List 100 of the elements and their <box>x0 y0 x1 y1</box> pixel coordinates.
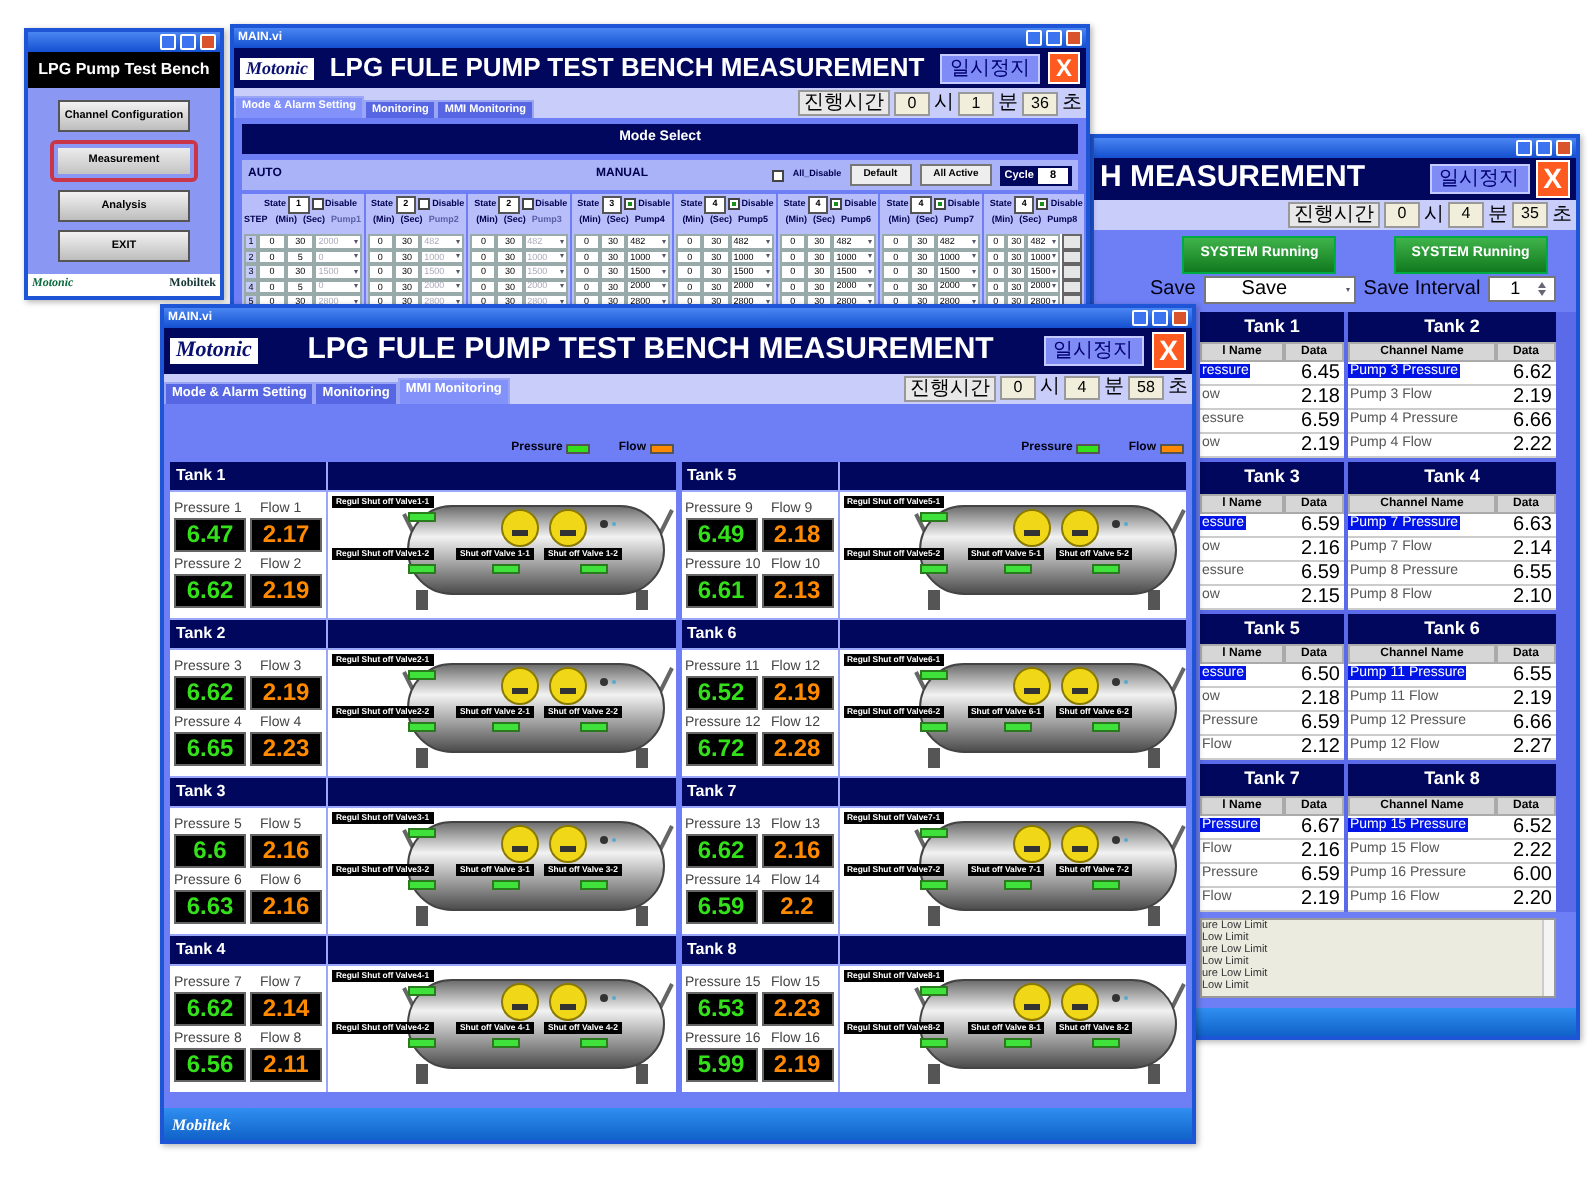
flow-readout: 2.19 <box>250 675 322 710</box>
checkbox[interactable] <box>1036 198 1049 211</box>
time-unit: 시 <box>1040 378 1060 399</box>
time-unit: 분 <box>1104 378 1124 399</box>
tank-title: Tank 7 <box>1200 764 1344 795</box>
time-field: 1 <box>958 91 994 117</box>
maximize-button[interactable] <box>1152 310 1168 326</box>
tank-title: Tank 3 <box>170 777 326 806</box>
time-unit: 초 <box>1552 205 1572 225</box>
checkbox[interactable] <box>311 198 324 211</box>
pressure-readout: 6.52 <box>685 675 757 710</box>
pressure-readout: 6.63 <box>174 889 246 924</box>
time-field: 36 <box>1022 91 1058 117</box>
time-unit: 분 <box>1488 205 1508 225</box>
data-value: 6.59 <box>1299 861 1342 889</box>
checkbox[interactable] <box>727 198 740 211</box>
time-unit: 시 <box>1424 205 1444 225</box>
minimize-button[interactable] <box>1026 30 1042 46</box>
time-unit: 분 <box>998 93 1018 114</box>
data-value: 2.22 <box>1511 837 1554 865</box>
pressure-readout: 6.65 <box>174 731 246 766</box>
close-button[interactable] <box>1172 310 1188 326</box>
flow-readout: 2.28 <box>761 731 833 766</box>
flow-readout: 2.16 <box>761 833 833 868</box>
tank-title: Tank 3 <box>1200 462 1344 493</box>
maximize-button[interactable] <box>1046 30 1062 46</box>
flow-readout: 2.19 <box>761 675 833 710</box>
data-value: 6.00 <box>1511 861 1554 889</box>
logo: Motonic <box>170 337 258 364</box>
checkbox[interactable] <box>521 198 534 211</box>
minimize-button[interactable] <box>1516 140 1532 156</box>
data-value: 6.50 <box>1299 662 1342 690</box>
pressure-readout: 6.53 <box>685 991 757 1026</box>
data-value: 2.14 <box>1511 535 1554 563</box>
tank-title: Tank 8 <box>1348 764 1556 795</box>
tank-title: Tank 2 <box>1348 311 1556 342</box>
flow-readout: 2.19 <box>250 573 322 608</box>
tank-title: Tank 1 <box>1200 311 1344 342</box>
data-value: 2.16 <box>1299 837 1342 865</box>
pause-button[interactable]: 일시정지 <box>1429 164 1530 194</box>
data-value: 6.66 <box>1511 408 1554 436</box>
row-button[interactable] <box>1062 264 1083 280</box>
flow-readout: 2.13 <box>761 573 833 608</box>
data-value: 6.66 <box>1511 710 1554 738</box>
data-value: 2.19 <box>1511 686 1554 714</box>
data-value: 2.10 <box>1511 583 1554 611</box>
tank-title: Tank 4 <box>1348 462 1556 493</box>
tank-title: Tank 5 <box>1200 613 1344 644</box>
checkbox[interactable] <box>933 198 946 211</box>
checkbox[interactable] <box>772 169 785 182</box>
row-button[interactable] <box>1062 234 1083 250</box>
elapsed-time-label: 진행시간 <box>1288 202 1380 228</box>
maximize-button[interactable] <box>180 34 196 50</box>
time-unit: 시 <box>934 93 954 114</box>
time-unit: 초 <box>1062 93 1082 114</box>
data-value: 2.22 <box>1511 432 1554 460</box>
pause-button[interactable]: 일시정지 <box>939 53 1040 84</box>
data-value: 6.67 <box>1299 813 1342 841</box>
logo: Mobiltek <box>172 1116 231 1134</box>
time-field: 35 <box>1512 202 1548 228</box>
flow-readout: 2.23 <box>761 991 833 1026</box>
pressure-readout: 6.59 <box>685 889 757 924</box>
close-button[interactable] <box>1556 140 1572 156</box>
time-field: 4 <box>1064 376 1100 401</box>
pressure-readout: 6.61 <box>685 573 757 608</box>
tank-title: Tank 1 <box>170 461 326 490</box>
flow-readout: 2.19 <box>761 1047 833 1082</box>
data-value: 2.19 <box>1299 885 1342 913</box>
data-value: 6.59 <box>1299 511 1342 539</box>
flow-readout: 2.23 <box>250 731 322 766</box>
window-heading: LPG FULE PUMP TEST BENCH MEASUREMENT <box>305 334 996 368</box>
scrollbar[interactable] <box>1542 919 1554 995</box>
row-button[interactable] <box>1062 293 1083 304</box>
save-interval-label: Save Interval <box>1363 278 1481 300</box>
pressure-readout: 6.62 <box>174 573 246 608</box>
tank-title: Tank 2 <box>170 619 326 648</box>
data-value: 2.12 <box>1299 734 1342 762</box>
tank-title: Tank 5 <box>681 461 837 490</box>
window-heading: H MEASUREMENT <box>1100 162 1368 196</box>
maximize-button[interactable] <box>1536 140 1552 156</box>
minimize-button[interactable] <box>160 34 176 50</box>
checkbox[interactable] <box>418 198 431 211</box>
pressure-readout: 6.6 <box>174 833 246 868</box>
close-button[interactable] <box>200 34 216 50</box>
minimize-button[interactable] <box>1132 310 1148 326</box>
pressure-readout: 6.62 <box>174 675 246 710</box>
data-value: 6.55 <box>1511 559 1554 587</box>
pause-button[interactable]: 일시정지 <box>1043 335 1144 366</box>
flow-readout: 2.2 <box>761 889 833 924</box>
interval-spinner[interactable]: 1 <box>1488 276 1557 302</box>
tank-title: Tank 6 <box>681 619 837 648</box>
close-button[interactable] <box>1066 30 1082 46</box>
data-value: 2.18 <box>1299 686 1342 714</box>
tank-title: Tank 6 <box>1348 613 1556 644</box>
data-value: 2.19 <box>1299 432 1342 460</box>
save-dropdown[interactable]: Save <box>1203 275 1356 303</box>
time-field: 58 <box>1128 376 1164 401</box>
flow-readout: 2.14 <box>250 991 322 1026</box>
checkbox[interactable] <box>830 198 843 211</box>
checkbox[interactable] <box>624 198 637 211</box>
